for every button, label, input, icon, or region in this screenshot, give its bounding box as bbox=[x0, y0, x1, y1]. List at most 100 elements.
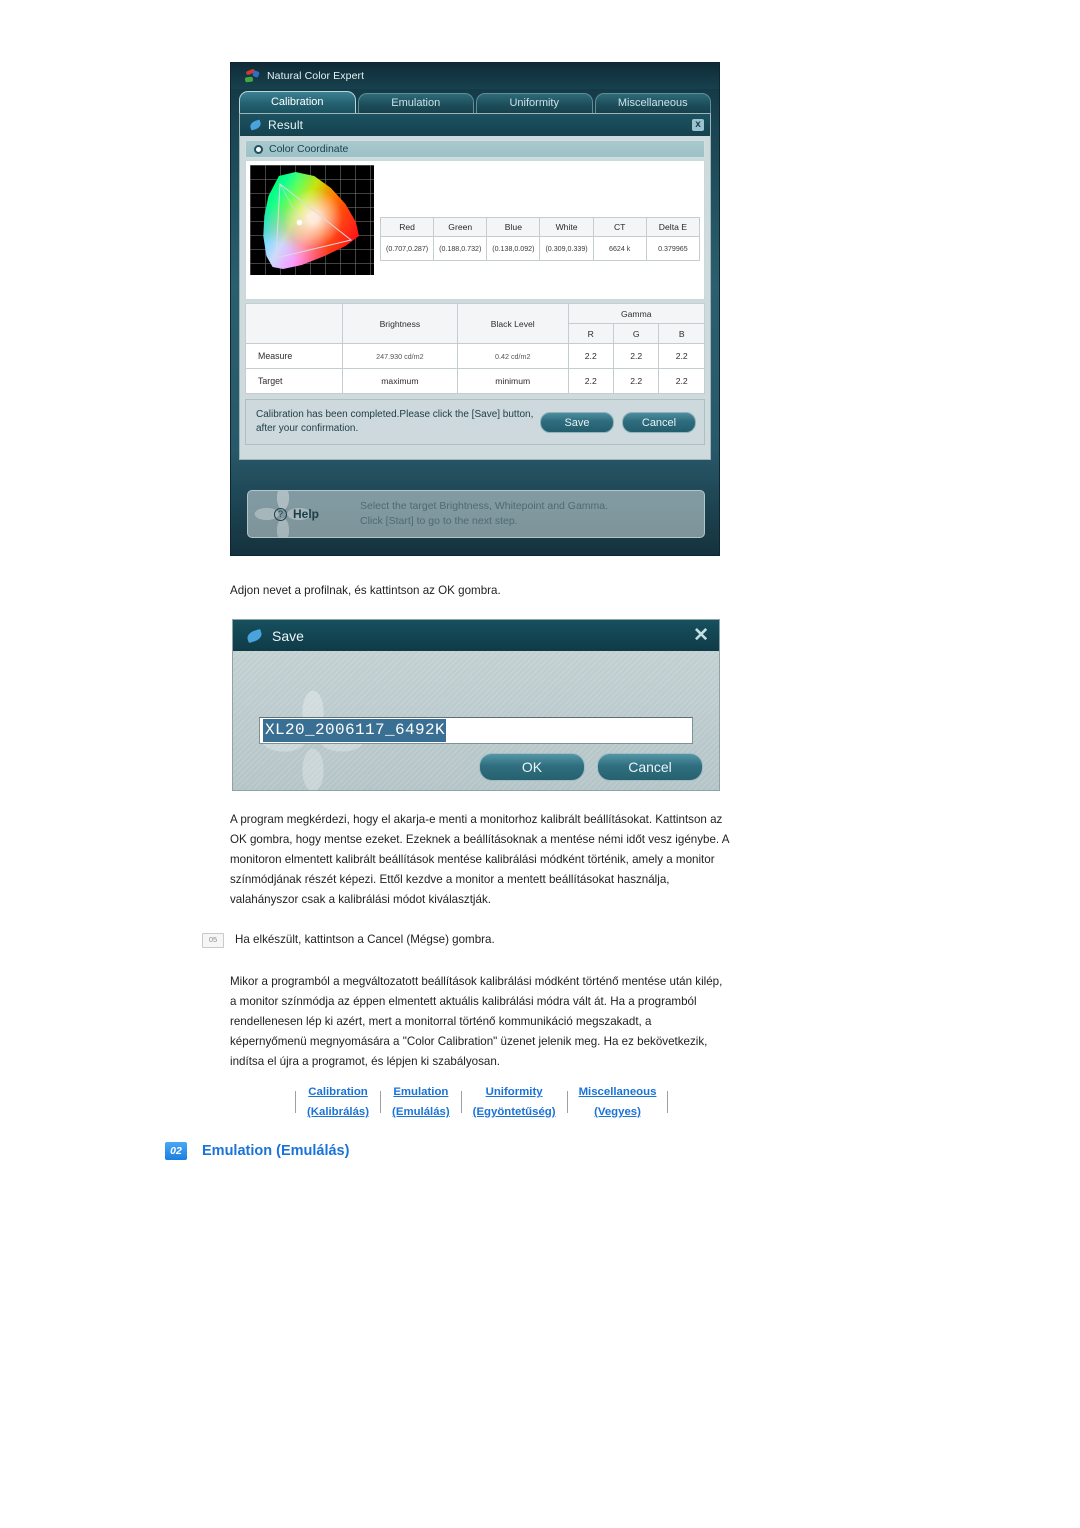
help-line-1: Select the target Brightness, Whitepoint… bbox=[360, 500, 609, 512]
tab-miscellaneous[interactable]: Miscellaneous bbox=[594, 93, 711, 113]
nav-separator bbox=[460, 1091, 462, 1113]
cie-gamut-triangle-icon bbox=[275, 183, 353, 259]
table-row: (0.707,0.287) (0.188,0.732) (0.138,0.092… bbox=[379, 236, 701, 261]
measure-gamma-g: 2.2 bbox=[612, 343, 660, 369]
measurement-table-wrap: Brightness Black Level Gamma R G B Measu… bbox=[245, 303, 706, 394]
app-titlebar: Natural Color Expert bbox=[231, 63, 719, 89]
col-gamma-r: R bbox=[567, 323, 615, 344]
color-coordinate-body: Red Green Blue White CT Delta E (0.707,0… bbox=[245, 160, 705, 300]
help-box: ? Help Select the target Brightness, Whi… bbox=[247, 490, 705, 538]
nav-link-emulation-hu: (Emulálás) bbox=[392, 1106, 450, 1118]
tab-emulation[interactable]: Emulation bbox=[357, 93, 474, 113]
col-red: Red bbox=[379, 217, 435, 237]
col-gamma: Gamma bbox=[567, 303, 706, 324]
color-coordinate-table: Red Green Blue White CT Delta E (0.707,0… bbox=[379, 217, 701, 261]
result-message-row: Calibration has been completed.Please cl… bbox=[245, 399, 705, 445]
save-dialog: Save ✕ XL20_2006117_6492K OK Cancel bbox=[232, 619, 720, 791]
col-delta-e: Delta E bbox=[645, 217, 701, 237]
col-brightness: Brightness bbox=[341, 303, 458, 344]
help-text: Select the target Brightness, Whitepoint… bbox=[360, 499, 608, 529]
nav-link-miscellaneous[interactable]: Miscellaneous (Vegyes) bbox=[577, 1082, 659, 1122]
measurement-table: Brightness Black Level Gamma R G B Measu… bbox=[245, 303, 706, 394]
color-coordinate-label: Color Coordinate bbox=[269, 143, 349, 155]
tab-uniformity[interactable]: Uniformity bbox=[476, 93, 593, 113]
col-gamma-g: G bbox=[612, 323, 660, 344]
save-dialog-buttons: OK Cancel bbox=[479, 753, 703, 781]
nav-link-calibration[interactable]: Calibration (Kalibrálás) bbox=[305, 1082, 371, 1122]
col-ct: CT bbox=[592, 217, 647, 237]
measure-brightness: 247.930 cd/m2 bbox=[341, 343, 458, 369]
save-button[interactable]: Save bbox=[540, 411, 614, 433]
cancel-button[interactable]: Cancel bbox=[597, 753, 703, 781]
paragraph-save-explanation: A program megkérdezi, hogy el akarja-e m… bbox=[230, 813, 729, 906]
result-panel: Result x Color Coordinate Red Green Blue… bbox=[239, 113, 711, 460]
row-label-measure: Measure bbox=[245, 343, 343, 369]
target-black-level: minimum bbox=[456, 368, 569, 394]
cell-ct: 6624 k bbox=[592, 236, 647, 261]
table-header-row: Brightness Black Level Gamma bbox=[245, 303, 706, 344]
col-blank bbox=[245, 303, 343, 344]
save-dialog-title: Save bbox=[272, 627, 304, 644]
app-logo-icon bbox=[244, 67, 260, 83]
section-heading: 02 Emulation (Emulálás) bbox=[165, 1142, 349, 1160]
color-coordinate-section-header: Color Coordinate bbox=[245, 140, 705, 158]
table-header-row: Red Green Blue White CT Delta E bbox=[379, 217, 701, 237]
cell-red: (0.707,0.287) bbox=[379, 236, 435, 261]
help-line-2: Click [Start] to go to the next step. bbox=[360, 515, 518, 527]
col-gamma-b: B bbox=[658, 323, 705, 344]
ok-button[interactable]: OK bbox=[479, 753, 585, 781]
nav-link-uniformity[interactable]: Uniformity (Egyöntetűség) bbox=[471, 1082, 558, 1122]
section-nav-links: Calibration (Kalibrálás) Emulation (Emul… bbox=[286, 1082, 677, 1122]
nav-separator bbox=[667, 1091, 669, 1113]
cie-chromaticity-diagram bbox=[250, 165, 374, 275]
white-point-marker bbox=[297, 220, 302, 225]
leaf-icon bbox=[245, 628, 264, 643]
col-green: Green bbox=[433, 217, 488, 237]
nav-link-miscellaneous-en: Miscellaneous bbox=[578, 1086, 657, 1098]
cell-delta-e: 0.379965 bbox=[645, 236, 701, 261]
nav-link-emulation[interactable]: Emulation (Emulálás) bbox=[390, 1082, 452, 1122]
cancel-button[interactable]: Cancel bbox=[622, 411, 696, 433]
save-dialog-titlebar: Save ✕ bbox=[233, 620, 719, 651]
nav-separator bbox=[295, 1091, 296, 1113]
target-brightness: maximum bbox=[341, 368, 458, 394]
step-row-05: 05 Ha elkészült, kattintson a Cancel (Mé… bbox=[202, 930, 732, 950]
section-title[interactable]: Emulation (Emulálás) bbox=[202, 1143, 349, 1159]
app-title: Natural Color Expert bbox=[267, 70, 365, 82]
close-icon[interactable]: x bbox=[692, 119, 704, 131]
step-text: Ha elkészült, kattintson a Cancel (Mégse… bbox=[235, 933, 495, 946]
profile-name-input[interactable]: XL20_2006117_6492K bbox=[259, 717, 693, 744]
tab-calibration[interactable]: Calibration bbox=[239, 91, 356, 113]
nav-separator bbox=[566, 1091, 568, 1113]
leaf-icon bbox=[249, 119, 262, 131]
nav-link-emulation-en: Emulation bbox=[393, 1086, 449, 1098]
natural-color-expert-window: Natural Color Expert Calibration Emulati… bbox=[230, 62, 720, 556]
coordinate-table-area: Red Green Blue White CT Delta E (0.707,0… bbox=[379, 165, 701, 295]
paragraph-exit-explanation: Mikor a programból a megváltozatott beál… bbox=[230, 975, 723, 1068]
measure-gamma-r: 2.2 bbox=[567, 343, 615, 369]
section-number-badge: 02 bbox=[165, 1142, 187, 1160]
close-icon[interactable]: ✕ bbox=[693, 626, 709, 645]
target-gamma-r: 2.2 bbox=[567, 368, 615, 394]
result-panel-title: Result bbox=[268, 118, 304, 132]
cell-blue: (0.138,0.092) bbox=[486, 236, 541, 261]
measure-gamma-b: 2.2 bbox=[658, 343, 705, 369]
help-label-group: ? Help bbox=[248, 507, 360, 521]
target-gamma-g: 2.2 bbox=[612, 368, 660, 394]
col-black-level: Black Level bbox=[456, 303, 569, 344]
question-mark-icon: ? bbox=[274, 507, 287, 521]
result-panel-titlebar: Result x bbox=[240, 114, 710, 136]
target-gamma-b: 2.2 bbox=[658, 368, 705, 394]
save-dialog-body: XL20_2006117_6492K OK Cancel bbox=[233, 651, 719, 790]
row-label-target: Target bbox=[245, 368, 343, 394]
nav-link-miscellaneous-hu: (Vegyes) bbox=[594, 1106, 641, 1118]
tab-bar: Calibration Emulation Uniformity Miscell… bbox=[231, 91, 719, 113]
help-label: Help bbox=[293, 507, 320, 521]
col-white: White bbox=[539, 217, 594, 237]
table-row: Measure 247.930 cd/m2 0.42 cd/m2 2.2 2.2… bbox=[245, 343, 705, 369]
table-row: Target maximum minimum 2.2 2.2 2.2 bbox=[245, 368, 705, 394]
cell-white: (0.309,0.339) bbox=[539, 236, 594, 261]
cell-green: (0.188,0.732) bbox=[433, 236, 488, 261]
bullet-icon bbox=[254, 144, 263, 154]
nav-link-calibration-en: Calibration bbox=[308, 1086, 368, 1098]
